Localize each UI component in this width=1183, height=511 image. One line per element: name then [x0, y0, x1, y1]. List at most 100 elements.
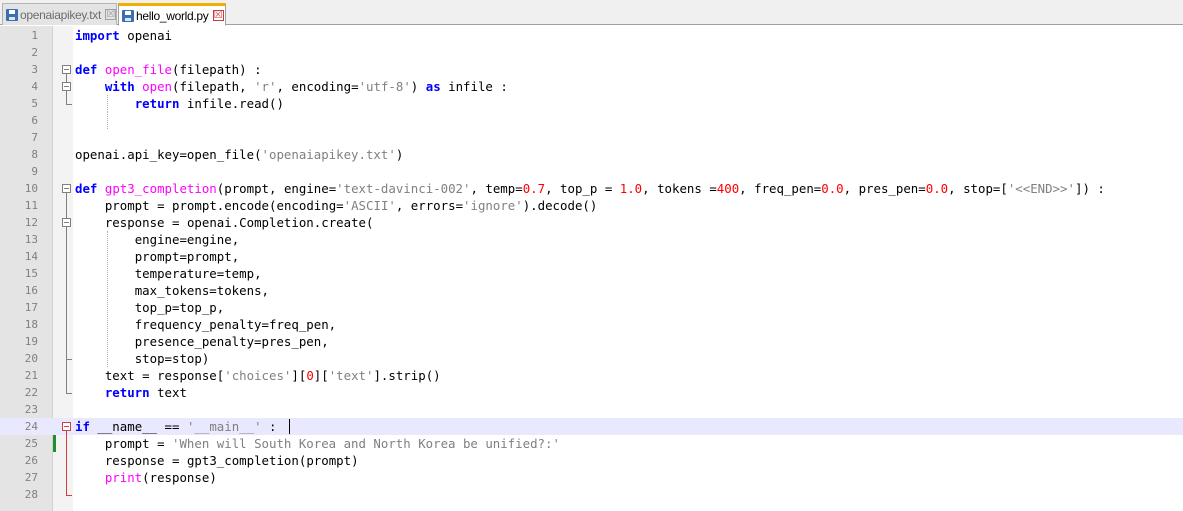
code-line-23[interactable]: 23 — [0, 401, 1183, 418]
line-code: return text — [104, 385, 187, 400]
fold-minus-icon[interactable] — [62, 184, 71, 193]
line-number: 19 — [24, 335, 38, 348]
line-code: prompt=prompt, — [134, 249, 240, 264]
code-line-16[interactable]: 16 max_tokens=tokens, — [0, 282, 1183, 299]
line-code: response = openai.Completion.create( — [104, 215, 374, 230]
fold-minus-icon[interactable] — [62, 218, 71, 227]
line-number: 1 — [31, 29, 38, 42]
line-number: 16 — [24, 284, 38, 297]
line-code: prompt = prompt.encode(encoding='ASCII',… — [104, 198, 598, 213]
indent-guide — [107, 95, 108, 112]
line-number: 14 — [24, 250, 38, 263]
line-number: 9 — [31, 165, 38, 178]
code-line-17[interactable]: 17 top_p=top_p, — [0, 299, 1183, 316]
close-tab-icon[interactable]: ☒ — [105, 9, 117, 20]
fold-minus-icon[interactable] — [62, 82, 71, 91]
line-code: with open(filepath, 'r', encoding='utf-8… — [104, 79, 508, 94]
line-code: frequency_penalty=freq_pen, — [134, 317, 337, 332]
line-number: 5 — [31, 97, 38, 110]
code-line-14[interactable]: 14 prompt=prompt, — [0, 248, 1183, 265]
line-code: if __name__ == '__main__' : — [75, 419, 277, 434]
code-line-2[interactable]: 2 — [0, 44, 1183, 61]
line-number: 22 — [24, 386, 38, 399]
line-code: top_p=top_p, — [134, 300, 225, 315]
line-number: 28 — [24, 488, 38, 501]
line-code: presence_penalty=pres_pen, — [134, 334, 329, 349]
line-number: 21 — [24, 369, 38, 382]
code-line-15[interactable]: 15 temperature=temp, — [0, 265, 1183, 282]
code-line-6[interactable]: 6 — [0, 112, 1183, 129]
line-number: 24 — [24, 420, 38, 433]
code-line-21[interactable]: 21 text = response['choices'][0]['text']… — [0, 367, 1183, 384]
code-line-28[interactable]: 28 — [0, 486, 1183, 503]
tab-hello-world[interactable]: hello_world.py ☒ — [118, 3, 226, 26]
line-code: print(response) — [104, 470, 217, 485]
line-code: openai.api_key=open_file('openaiapikey.t… — [75, 147, 404, 162]
floppy-disk-icon — [122, 9, 134, 22]
line-code: engine=engine, — [134, 232, 240, 247]
line-number: 10 — [24, 182, 38, 195]
code-line-25[interactable]: 25 prompt = 'When will South Korea and N… — [0, 435, 1183, 452]
indent-guide — [107, 112, 108, 129]
code-line-18[interactable]: 18 frequency_penalty=freq_pen, — [0, 316, 1183, 333]
code-line-5[interactable]: 5 return infile.read() — [0, 95, 1183, 112]
code-line-24[interactable]: 24 if __name__ == '__main__' : — [0, 418, 1183, 435]
line-code: text = response['choices'][0]['text'].st… — [104, 368, 441, 383]
line-code: max_tokens=tokens, — [134, 283, 269, 298]
line-code: def open_file(filepath) : — [75, 62, 262, 77]
code-line-13[interactable]: 13 engine=engine, — [0, 231, 1183, 248]
code-line-9[interactable]: 9 — [0, 163, 1183, 180]
line-code: response = gpt3_completion(prompt) — [104, 453, 359, 468]
line-number: 25 — [24, 437, 38, 450]
code-line-12[interactable]: 12 response = openai.Completion.create( — [0, 214, 1183, 231]
tab-label: hello_world.py — [136, 8, 209, 23]
code-line-8[interactable]: 8 openai.api_key=open_file('openaiapikey.… — [0, 146, 1183, 163]
fold-end — [66, 393, 72, 394]
code-line-26[interactable]: 26 response = gpt3_completion(prompt) — [0, 452, 1183, 469]
line-number: 8 — [31, 148, 38, 161]
tab-openaiapikey[interactable]: openaiapikey.txt ☒ — [2, 3, 117, 25]
text-caret — [289, 419, 290, 434]
fold-minus-icon[interactable] — [62, 65, 71, 74]
fold-line — [66, 431, 67, 495]
line-number: 11 — [24, 199, 38, 212]
code-line-4[interactable]: 4 with open(filepath, 'r', encoding='utf… — [0, 78, 1183, 95]
tab-bar: openaiapikey.txt ☒ hello_world.py ☒ — [0, 0, 1183, 26]
line-number: 15 — [24, 267, 38, 280]
code-line-11[interactable]: 11 prompt = prompt.encode(encoding='ASCI… — [0, 197, 1183, 214]
line-number: 7 — [31, 131, 38, 144]
line-code: def gpt3_completion(prompt, engine='text… — [75, 181, 1105, 196]
code-line-10[interactable]: 10 def gpt3_completion(prompt, engine='te… — [0, 180, 1183, 197]
close-tab-icon[interactable]: ☒ — [212, 10, 224, 21]
line-code: import openai — [75, 28, 172, 43]
fold-minus-icon[interactable] — [62, 422, 71, 431]
line-number: 2 — [31, 46, 38, 59]
code-line-22[interactable]: 22 return text — [0, 384, 1183, 401]
line-code: stop=stop) — [134, 351, 210, 366]
line-number: 13 — [24, 233, 38, 246]
fold-end — [66, 104, 72, 105]
line-number: 26 — [24, 454, 38, 467]
line-number: 17 — [24, 301, 38, 314]
tab-label: openaiapikey.txt — [20, 7, 102, 22]
line-code: prompt = 'When will South Korea and Nort… — [104, 436, 560, 451]
code-line-19[interactable]: 19 presence_penalty=pres_pen, — [0, 333, 1183, 350]
fold-end — [66, 359, 72, 360]
line-number: 3 — [31, 63, 38, 76]
code-line-7[interactable]: 7 — [0, 129, 1183, 146]
code-line-1[interactable]: 1 import openai — [0, 27, 1183, 44]
line-number: 4 — [31, 80, 38, 93]
line-number: 20 — [24, 352, 38, 365]
floppy-disk-icon — [6, 8, 18, 21]
code-line-27[interactable]: 27 print(response) — [0, 469, 1183, 486]
line-code: temperature=temp, — [134, 266, 262, 281]
line-number: 6 — [31, 114, 38, 127]
line-number: 18 — [24, 318, 38, 331]
line-number: 12 — [24, 216, 38, 229]
code-line-3[interactable]: 3 def open_file(filepath) : — [0, 61, 1183, 78]
indent-guide — [107, 231, 108, 367]
change-marker — [53, 435, 56, 452]
code-line-20[interactable]: 20 stop=stop) — [0, 350, 1183, 367]
line-number: 23 — [24, 403, 38, 416]
fold-end — [66, 495, 72, 496]
